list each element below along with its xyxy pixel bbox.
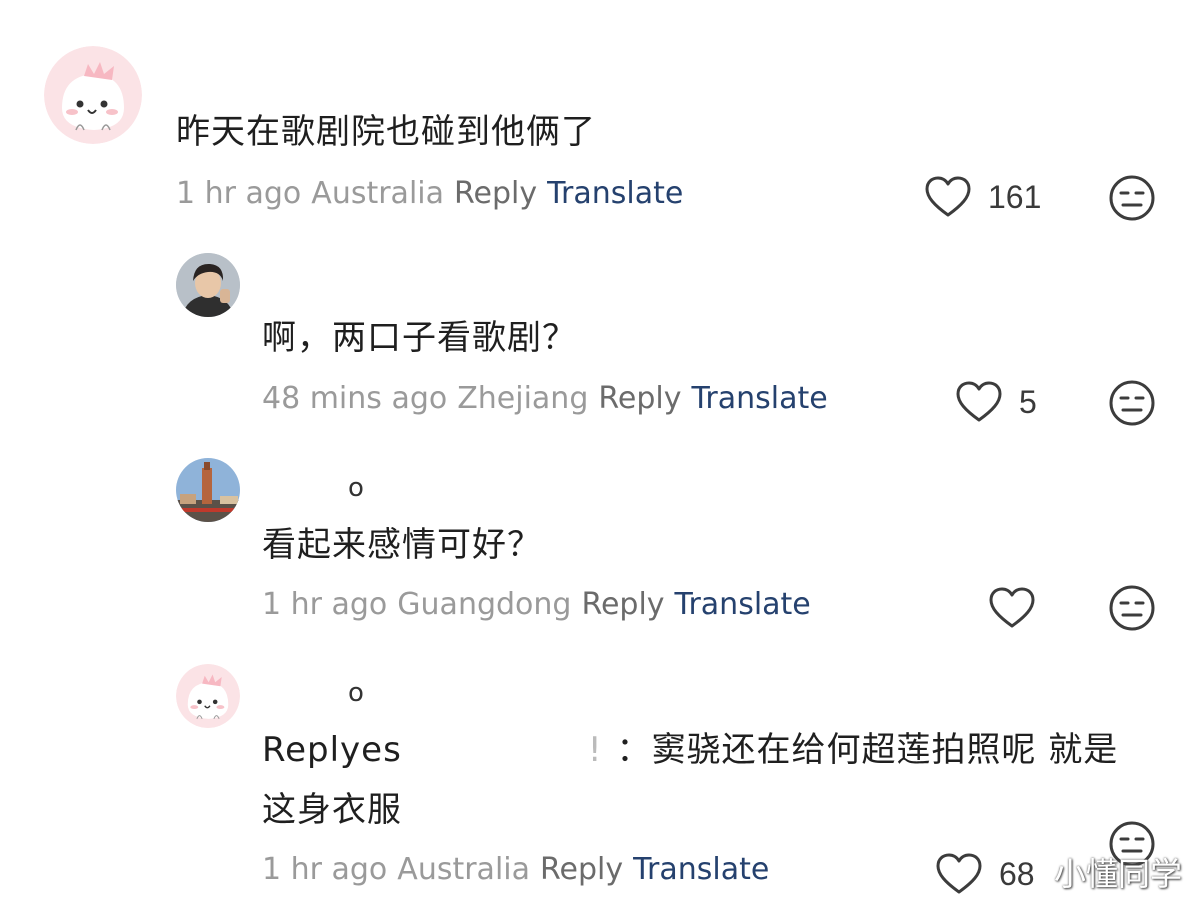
like-button[interactable]: 68 <box>935 852 1035 896</box>
meh-face-icon <box>1109 585 1155 631</box>
translate-button[interactable]: Translate <box>547 176 683 211</box>
comment-time: 1 hr ago <box>262 587 388 622</box>
pink-dino-avatar[interactable] <box>44 46 142 144</box>
comment-username[interactable]: o <box>348 678 364 708</box>
pink-dino-avatar[interactable] <box>176 664 240 728</box>
heart-outline-icon <box>956 381 1002 422</box>
comment-text: 昨天在歌剧院也碰到他俩了 <box>176 112 596 152</box>
comment-meta: 1 hr ago Australia Reply Translate <box>262 852 769 888</box>
reply-prefix: Reply <box>262 730 362 770</box>
comment-text: 看起来感情可好？ <box>262 525 542 565</box>
meh-face-icon <box>1109 175 1155 221</box>
comment-time: 48 mins ago <box>262 381 448 416</box>
young-man-photo-avatar[interactable] <box>176 253 240 317</box>
translate-button[interactable]: Translate <box>691 381 827 416</box>
like-count: 5 <box>1019 383 1037 420</box>
reply-button[interactable]: Reply <box>581 587 664 622</box>
comment-region: Zhejiang <box>457 381 589 416</box>
comment-text-line2: 这身衣服 <box>262 790 402 830</box>
heart-outline-icon <box>925 176 971 217</box>
like-count: 68 <box>999 855 1035 892</box>
like-button[interactable]: 161 <box>924 175 1041 219</box>
comment-region: Guangdong <box>397 587 572 622</box>
comment-meta: 1 hr ago Guangdong Reply Translate <box>262 587 811 623</box>
comment-text: 啊，两口子看歌剧？ <box>262 318 577 358</box>
reply-text-line1: ：窦骁还在给何超莲拍照呢 就是 <box>616 730 1119 770</box>
translate-button[interactable]: Translate <box>675 587 811 622</box>
like-count: 161 <box>988 178 1042 215</box>
heart-outline-icon <box>989 587 1035 628</box>
dislike-button[interactable] <box>1108 174 1156 222</box>
heart-outline-icon <box>936 853 982 894</box>
meh-face-icon <box>1109 380 1155 426</box>
translate-button[interactable]: Translate <box>633 852 769 887</box>
reply-exclaim: ! <box>587 730 603 770</box>
comment-text: Replyes! ：窦骁还在给何超莲拍照呢 就是 <box>262 720 1162 780</box>
like-button[interactable]: 5 <box>955 380 1037 424</box>
comment-meta: 1 hr ago Australia Reply Translate <box>176 176 683 212</box>
dislike-button[interactable] <box>1108 379 1156 427</box>
watermark: 小懂同学 <box>1053 855 1182 893</box>
comment-thread: 昨天在歌剧院也碰到他俩了 1 hr ago Australia Reply Trans… <box>0 0 1200 909</box>
comment-time: 1 hr ago <box>262 852 388 887</box>
comment-username[interactable]: o <box>348 473 364 503</box>
comment-time: 1 hr ago <box>176 176 302 211</box>
reply-button[interactable]: Reply <box>540 852 623 887</box>
comment-meta: 48 mins ago Zhejiang Reply Translate <box>262 381 828 417</box>
like-button[interactable] <box>988 586 1052 630</box>
comment-region: Australia <box>397 852 530 887</box>
reply-button[interactable]: Reply <box>598 381 681 416</box>
dislike-button[interactable] <box>1108 584 1156 632</box>
tower-photo-avatar[interactable] <box>176 458 240 522</box>
comment-region: Australia <box>311 176 444 211</box>
reply-target[interactable]: es <box>361 730 402 770</box>
reply-button[interactable]: Reply <box>454 176 537 211</box>
